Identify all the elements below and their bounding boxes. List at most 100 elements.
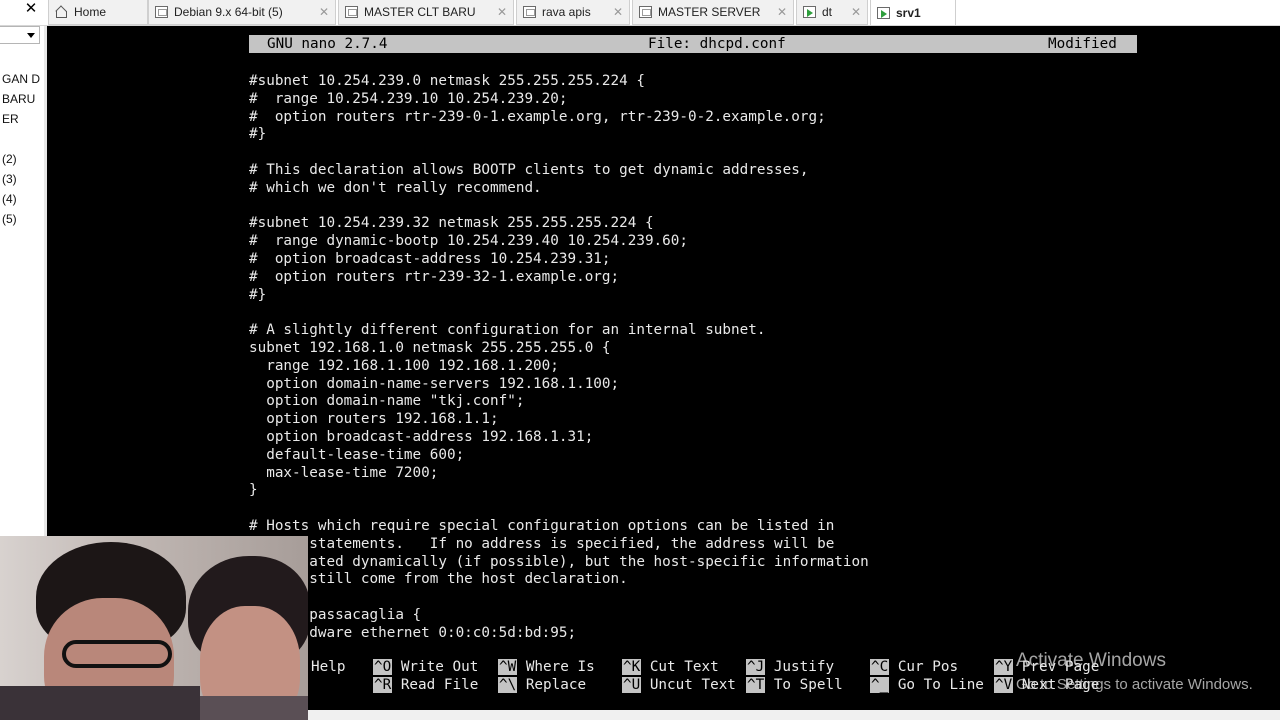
shortcut-label: Read File	[400, 677, 479, 693]
shortcut-label: Cur Pos	[897, 659, 959, 675]
shortcut-item[interactable]: ^U Uncut Text	[622, 676, 736, 694]
shortcut-label: Help	[311, 659, 346, 675]
shortcut-item[interactable]: ^O Write Out	[373, 658, 478, 676]
chevron-down-icon	[27, 33, 35, 38]
library-item[interactable]: BARU	[2, 92, 35, 106]
code-line: subnet 192.168.1.0 netmask 255.255.255.0…	[249, 340, 611, 356]
shortcut-item[interactable]: ^_ Go To Line	[870, 676, 984, 694]
shortcut-label: Go To Line	[897, 677, 984, 693]
code-line: statements. If no address is specified, …	[249, 535, 835, 552]
code-line: max-lease-time 7200;	[249, 464, 439, 481]
glasses	[62, 640, 172, 668]
activate-windows-title: Activate Windows	[1016, 650, 1166, 671]
code-line: #}	[249, 126, 267, 143]
shortcut-key: ^W	[498, 659, 518, 675]
tab-srv1[interactable]: srv1	[870, 0, 956, 25]
code-line: #}	[249, 286, 267, 303]
code-line: # option broadcast-address 10.254.239.31…	[249, 251, 611, 267]
shortcut-key: ^O	[373, 659, 393, 675]
shortcut-label: Uncut Text	[649, 677, 736, 693]
tab-label: MASTER SERVER	[658, 5, 761, 19]
tab-debian[interactable]: Debian 9.x 64-bit (5) ✕	[148, 0, 336, 25]
shortcut-label: To Spell	[773, 677, 843, 693]
code-line: # option routers rtr-239-32-1.example.or…	[249, 268, 620, 285]
library-item[interactable]: (3)	[2, 172, 17, 186]
shortcut-key: ^Y	[994, 659, 1014, 675]
nano-title-bar: GNU nano 2.7.4 File: dhcpd.conf Modified	[249, 35, 1137, 53]
tab-dt[interactable]: dt ✕	[796, 0, 868, 25]
code-line: # which we don't really recommend.	[249, 179, 542, 196]
shortcut-label: Replace	[525, 677, 587, 693]
code-line: option domain-name-servers 192.168.1.100…	[249, 375, 620, 392]
tab-bar: ✕ Home Debian 9.x 64-bit (5) ✕ MASTER CL…	[0, 0, 1280, 26]
nano-filename: File: dhcpd.conf	[648, 36, 786, 52]
vm-icon	[523, 6, 536, 18]
library-item[interactable]: GAN D	[2, 72, 40, 86]
shortcut-key: ^K	[622, 659, 642, 675]
webcam-overlay	[0, 536, 308, 720]
shortcut-key: ^C	[870, 659, 890, 675]
shortcut-label: Where Is	[525, 659, 595, 675]
person-shirt	[0, 686, 200, 720]
tab-label: Debian 9.x 64-bit (5)	[174, 5, 283, 19]
vm-running-icon	[877, 6, 890, 19]
shortcut-label: Cut Text	[649, 659, 719, 675]
vm-running-icon	[803, 6, 816, 18]
nano-status: Modified	[1048, 36, 1117, 52]
shortcut-item[interactable]: Help	[311, 658, 345, 676]
code-line: range 192.168.1.100 192.168.1.200;	[249, 357, 559, 374]
vm-icon	[155, 6, 168, 18]
tab-master-clt-baru[interactable]: MASTER CLT BARU ✕	[338, 0, 514, 25]
shortcut-label: Justify	[773, 659, 835, 675]
library-item[interactable]: ER	[2, 112, 19, 126]
code-line: }	[249, 482, 258, 499]
shortcut-item[interactable]: ^J Justify	[746, 658, 834, 676]
shortcut-item[interactable]: ^K Cut Text	[622, 658, 719, 676]
shortcut-item[interactable]: ^C Cur Pos	[870, 658, 958, 676]
tab-label: MASTER CLT BARU	[364, 5, 476, 19]
shortcut-key: ^V	[994, 677, 1014, 693]
close-tab-icon[interactable]: ✕	[851, 5, 861, 19]
code-line: option routers 192.168.1.1;	[249, 411, 499, 428]
tab-rava-apis[interactable]: rava apis ✕	[516, 0, 630, 25]
code-line: # range dynamic-bootp 10.254.239.40 10.2…	[249, 233, 688, 250]
library-item[interactable]: (4)	[2, 192, 17, 206]
tab-home[interactable]: Home	[48, 0, 148, 25]
shortcut-item[interactable]: ^T To Spell	[746, 676, 843, 694]
code-line: # range 10.254.239.10 10.254.239.20;	[249, 90, 568, 107]
nano-version: GNU nano 2.7.4	[267, 36, 388, 52]
tab-label: rava apis	[542, 5, 591, 19]
code-line: default-lease-time 600;	[249, 446, 465, 463]
shortcut-key: ^R	[373, 677, 393, 693]
close-tab-icon[interactable]: ✕	[613, 5, 623, 19]
shortcut-item[interactable]: ^W Where Is	[498, 658, 595, 676]
tab-label: srv1	[896, 5, 921, 20]
shortcut-item[interactable]: ^R Read File	[373, 676, 478, 694]
library-item[interactable]: (5)	[2, 212, 17, 226]
vm-icon	[639, 6, 652, 18]
library-dropdown[interactable]	[0, 26, 40, 44]
close-tab-icon[interactable]: ✕	[497, 5, 507, 19]
library-panel: GAN D BARU ER (2) (3) (4) (5)	[0, 26, 45, 536]
shortcut-key: ^U	[622, 677, 642, 693]
code-line: #subnet 10.254.239.0 netmask 255.255.255…	[249, 73, 645, 89]
shortcut-item[interactable]: ^\ Replace	[498, 676, 586, 694]
close-tab-icon[interactable]: ✕	[319, 5, 329, 19]
shortcut-key: ^_	[870, 677, 890, 693]
activate-windows-subtitle: Go to Settings to activate Windows.	[1016, 676, 1253, 693]
console-status-strip	[308, 710, 1280, 720]
shortcut-key: ^T	[746, 677, 766, 693]
shortcut-label: Write Out	[400, 659, 479, 675]
close-tab-icon[interactable]: ✕	[777, 5, 787, 19]
code-line: # Hosts which require special configurat…	[249, 518, 835, 534]
library-item[interactable]: (2)	[2, 152, 17, 166]
code-line: option domain-name "tkj.conf";	[249, 393, 525, 410]
code-line: # option routers rtr-239-0-1.example.org…	[249, 108, 826, 125]
tab-label: Home	[74, 5, 107, 19]
vm-icon	[345, 6, 358, 18]
shortcut-key: ^J	[746, 659, 766, 675]
close-library-icon[interactable]: ✕	[22, 0, 40, 18]
code-line: option broadcast-address 192.168.1.31;	[249, 429, 594, 445]
tab-master-server[interactable]: MASTER SERVER ✕	[632, 0, 794, 25]
code-line: # A slightly different configuration for…	[249, 322, 766, 339]
